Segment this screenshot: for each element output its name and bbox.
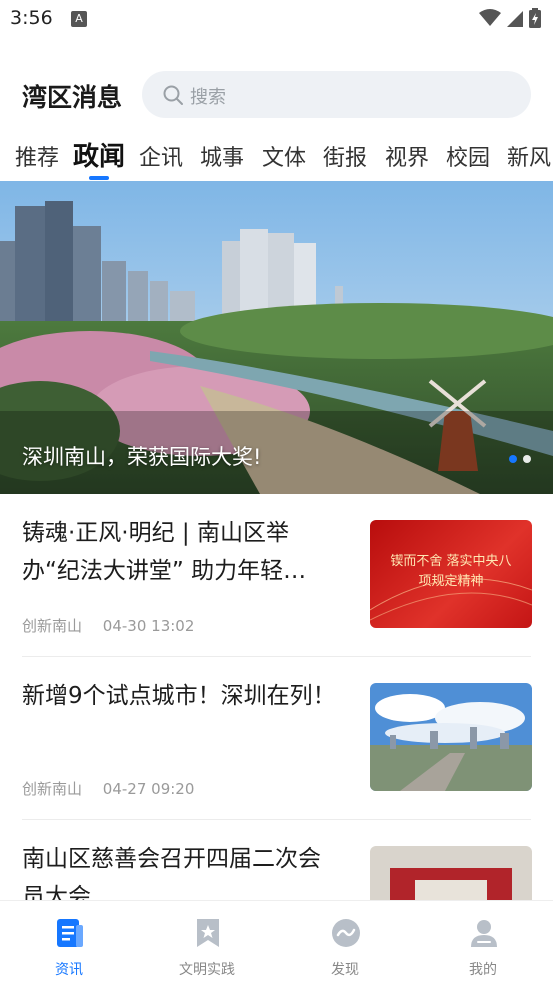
nav-profile[interactable]: 我的 [414,901,552,984]
discover-icon [332,919,360,947]
search-input[interactable]: 搜索 [142,71,531,118]
nav-label: 发现 [331,962,359,978]
bookmark-star-icon [197,919,219,947]
tab-campus[interactable]: 校园 [446,140,490,172]
search-placeholder: 搜索 [190,87,226,108]
nav-civilization-practice[interactable]: 文明实践 [138,901,276,984]
banner-carousel[interactable]: 深圳南山，荣获国际大奖! [0,181,553,494]
category-tabs: 推荐 政闻 企讯 城事 文体 街报 视界 校园 新风 [0,134,553,180]
news-thumbnail: 锲而不舍 落实中央八项规定精神 [370,520,532,628]
news-meta: 创新南山 04-30 13:02 [22,615,194,636]
battery-icon [529,8,541,28]
tab-recommend[interactable]: 推荐 [15,140,59,172]
banner-caption: 深圳南山，荣获国际大奖! [22,445,262,469]
tab-street-news[interactable]: 街报 [323,140,367,172]
wifi-icon [479,9,501,26]
news-item[interactable]: 铸魂·正风·明纪 | 南山区举办“纪法大讲堂” 助力年轻… 创新南山 04-30… [0,494,553,657]
nav-label: 资讯 [55,962,83,978]
notification-icon: A [71,11,87,27]
tab-city[interactable]: 城事 [200,140,244,172]
news-item[interactable]: 新增9个试点城市！深圳在列！ 创新南山 04-27 09:20 [0,657,553,820]
tab-politics[interactable]: 政闻 [73,136,125,173]
news-meta: 创新南山 04-27 09:20 [22,778,194,799]
nav-label: 文明实践 [179,962,235,978]
bottom-nav: 资讯 文明实践 发现 我的 [0,900,553,984]
news-icon [57,919,83,947]
status-time: 3:56 [10,7,53,29]
search-icon [163,85,183,105]
city-skyline-image [370,683,532,791]
profile-icon [471,920,497,947]
header: 湾区消息 搜索 [0,70,553,120]
news-source: 创新南山 [22,617,83,635]
tab-enterprise[interactable]: 企讯 [139,140,183,172]
news-title: 铸魂·正风·明纪 | 南山区举办“纪法大讲堂” 助力年轻… [22,520,307,584]
carousel-indicator [509,455,531,463]
news-time: 04-30 13:02 [102,617,195,635]
status-bar: 3:56 A [0,0,553,40]
app-title: 湾区消息 [22,83,123,112]
tab-culture-sports[interactable]: 文体 [262,140,306,172]
carousel-dot-active [509,455,517,463]
signal-icon [507,11,523,27]
nav-discover[interactable]: 发现 [276,901,414,984]
news-time: 04-27 09:20 [102,780,195,798]
active-tab-indicator [89,176,109,180]
carousel-dot [523,455,531,463]
news-title: 新增9个试点城市！深圳在列！ [22,683,336,709]
news-source: 创新南山 [22,780,83,798]
thumbnail-text: 锲而不舍 落实中央八项规定精神 [390,554,512,589]
nav-news[interactable]: 资讯 [0,901,138,984]
nav-label: 我的 [469,962,497,978]
tab-vision[interactable]: 视界 [385,140,429,172]
tab-new-style[interactable]: 新风 [507,140,551,172]
status-indicators [479,8,541,28]
news-thumbnail [370,683,532,791]
